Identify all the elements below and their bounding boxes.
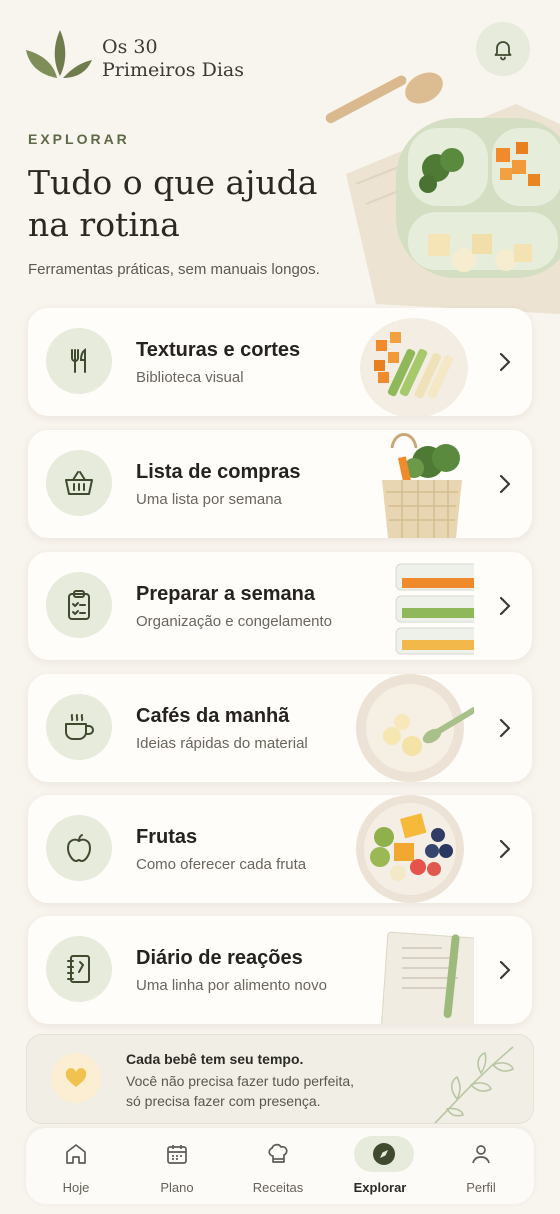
card-subtitle: Uma linha por alimento novo bbox=[136, 977, 327, 994]
card-title: Lista de compras bbox=[136, 461, 301, 483]
clipboard-icon bbox=[68, 590, 90, 620]
card-subtitle: Biblioteca visual bbox=[136, 369, 244, 386]
nav-item-perfil[interactable]: Perfil bbox=[431, 1128, 531, 1204]
chevron-right-icon bbox=[499, 474, 511, 494]
bottom-navigation: Hoje Plano Receitas Explorar Perfil bbox=[26, 1128, 534, 1204]
card-subtitle: Como oferecer cada fruta bbox=[136, 856, 307, 873]
brand-name: Os 30 Primeiros Dias bbox=[102, 36, 244, 82]
nav-item-hoje[interactable]: Hoje bbox=[26, 1128, 126, 1204]
compass-icon bbox=[373, 1143, 395, 1165]
card-subtitle: Uma lista por semana bbox=[136, 491, 282, 508]
card-icon-bg bbox=[46, 815, 112, 881]
encouragement-banner: Cada bebê tem seu tempo. Você não precis… bbox=[26, 1034, 534, 1124]
card-title: Frutas bbox=[136, 826, 198, 848]
card-icon-bg bbox=[46, 694, 112, 760]
cup-icon bbox=[65, 714, 94, 740]
nav-label: Hoje bbox=[62, 1180, 90, 1195]
bell-icon bbox=[494, 41, 512, 61]
card-lista-de-compras[interactable]: Lista de compras Uma lista por semana bbox=[28, 430, 532, 538]
card-preparar-a-semana[interactable]: Preparar a semana Organização e congelam… bbox=[28, 552, 532, 660]
fork-knife-icon bbox=[71, 348, 86, 373]
home-icon bbox=[66, 1144, 86, 1164]
chevron-right-icon bbox=[499, 839, 511, 859]
brand-line-1: Os 30 bbox=[102, 36, 158, 58]
user-icon bbox=[472, 1145, 490, 1164]
journal-pen-illustration bbox=[381, 931, 474, 1024]
calendar-icon bbox=[167, 1145, 187, 1164]
chef-hat-icon bbox=[268, 1143, 288, 1163]
banner-line-1: Você não precisa fazer tudo perfeita, bbox=[126, 1073, 355, 1089]
grocery-bag-illustration bbox=[382, 433, 462, 538]
card-icon-bg bbox=[46, 328, 112, 394]
porridge-bowl-illustration bbox=[356, 674, 474, 782]
leaf-logo-icon bbox=[26, 30, 92, 78]
nav-label: Plano bbox=[160, 1180, 194, 1195]
basket-icon bbox=[65, 471, 93, 495]
section-eyebrow: EXPLORAR bbox=[28, 131, 130, 147]
fruit-plate-illustration bbox=[356, 795, 464, 903]
card-cafes-da-manha[interactable]: Cafés da manhã Ideias rápidas do materia… bbox=[28, 674, 532, 782]
leaf-sprig-icon bbox=[434, 1046, 514, 1123]
card-title: Diário de reações bbox=[136, 947, 303, 969]
page-title: Tudo o que ajuda na rotina bbox=[28, 162, 348, 246]
heart-badge bbox=[51, 1053, 101, 1103]
veggie-sticks-illustration bbox=[360, 318, 468, 416]
card-subtitle: Ideias rápidas do material bbox=[136, 735, 308, 752]
card-icon-bg bbox=[46, 450, 112, 516]
chevron-right-icon bbox=[499, 352, 511, 372]
card-title: Cafés da manhã bbox=[136, 705, 290, 727]
nav-label: Perfil bbox=[466, 1180, 496, 1195]
card-icon-bg bbox=[46, 936, 112, 1002]
banner-title: Cada bebê tem seu tempo. bbox=[126, 1051, 304, 1067]
card-subtitle: Organização e congelamento bbox=[136, 613, 332, 630]
page-title-line-1: Tudo o que ajuda bbox=[28, 163, 318, 202]
chevron-right-icon bbox=[499, 960, 511, 980]
card-icon-bg bbox=[46, 572, 112, 638]
nav-item-receitas[interactable]: Receitas bbox=[228, 1128, 328, 1204]
brand-line-2: Primeiros Dias bbox=[102, 59, 244, 81]
card-diario-de-reacoes[interactable]: Diário de reações Uma linha por alimento… bbox=[28, 916, 532, 1024]
card-texturas-e-cortes[interactable]: Texturas e cortes Biblioteca visual bbox=[28, 308, 532, 416]
page-title-line-2: na rotina bbox=[28, 205, 180, 244]
card-title: Preparar a semana bbox=[136, 583, 316, 605]
plate-illustration bbox=[325, 72, 560, 314]
nav-item-plano[interactable]: Plano bbox=[127, 1128, 227, 1204]
nav-label: Receitas bbox=[252, 1180, 304, 1195]
nav-item-explorar[interactable]: Explorar bbox=[330, 1128, 430, 1204]
card-title: Texturas e cortes bbox=[136, 339, 301, 361]
card-frutas[interactable]: Frutas Como oferecer cada fruta bbox=[28, 795, 532, 903]
apple-icon bbox=[67, 834, 91, 862]
banner-line-2: só precisa fazer com presença. bbox=[126, 1093, 321, 1109]
notebook-icon bbox=[67, 955, 90, 983]
chevron-right-icon bbox=[499, 596, 511, 616]
page-subtitle: Ferramentas práticas, sem manuais longos… bbox=[28, 261, 320, 278]
meal-prep-containers-illustration bbox=[395, 563, 474, 655]
chevron-right-icon bbox=[499, 718, 511, 738]
nav-label: Explorar bbox=[353, 1180, 407, 1195]
heart-icon bbox=[65, 1068, 87, 1087]
